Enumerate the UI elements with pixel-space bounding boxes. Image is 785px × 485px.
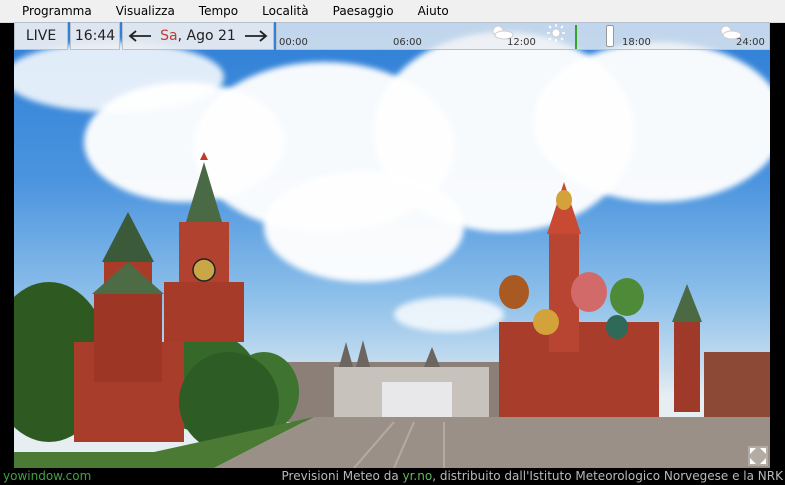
distant-spire <box>356 340 370 367</box>
white-stage <box>382 382 452 420</box>
live-button[interactable]: LIVE <box>14 22 68 50</box>
credit-text: Previsioni Meteo da yr.no, distribuito d… <box>282 468 783 485</box>
menu-visualizza[interactable]: Visualizza <box>104 0 187 22</box>
distant-building <box>704 352 770 422</box>
menu-tempo[interactable]: Tempo <box>187 0 250 22</box>
credit-link[interactable]: yr.no <box>403 469 433 483</box>
partly-cloudy-icon <box>720 25 742 40</box>
live-label: LIVE <box>25 28 57 44</box>
distant-tower <box>674 322 700 412</box>
menu-aiuto[interactable]: Aiuto <box>406 0 461 22</box>
timeline-handle[interactable] <box>606 25 614 47</box>
credit-post: , distribuito dall'Istituto Meteorologic… <box>432 469 783 483</box>
credit-pre: Previsioni Meteo da <box>281 469 403 483</box>
menu-localita[interactable]: Località <box>250 0 321 22</box>
brand-link[interactable]: yowindow.com <box>3 468 91 485</box>
tick-label: 18:00 <box>622 37 651 48</box>
spasskaya-base <box>164 282 244 342</box>
distant-tower-roof <box>672 284 702 322</box>
menu-bar: Programma Visualizza Tempo Località Paes… <box>0 0 785 23</box>
sun-icon <box>547 24 565 42</box>
footer: yowindow.com Previsioni Meteo da yr.no, … <box>0 468 785 485</box>
kremlin-landscape <box>14 152 770 468</box>
fullscreen-icon[interactable] <box>748 446 768 466</box>
clock-face <box>192 258 216 282</box>
partly-cloudy-icon <box>492 25 514 40</box>
tick-label: 00:00 <box>279 37 308 48</box>
time-bar: LIVE 16:44 Sa, Ago 21 00:00 06:00 12:00 … <box>14 22 770 50</box>
spasskaya-spire <box>186 162 222 222</box>
current-time-display: 16:44 <box>70 22 120 50</box>
arrow-left-icon[interactable] <box>127 30 153 42</box>
menu-paesaggio[interactable]: Paesaggio <box>321 0 406 22</box>
onion-dome <box>606 315 628 339</box>
now-marker <box>575 25 577 49</box>
current-time: 16:44 <box>74 28 116 44</box>
tower-roof <box>92 262 164 294</box>
weather-scene <box>14 22 770 468</box>
spasskaya-star <box>200 152 208 160</box>
menu-programma[interactable]: Programma <box>0 0 104 22</box>
kremlin-tower-base <box>94 292 162 382</box>
tick-label: 06:00 <box>393 37 422 48</box>
onion-dome <box>533 309 559 335</box>
tower-roof <box>102 212 154 262</box>
timeline-slider[interactable]: 00:00 06:00 12:00 18:00 24:00 <box>276 22 770 50</box>
distant-spire <box>339 342 353 367</box>
onion-dome <box>610 278 644 316</box>
onion-dome <box>499 275 529 309</box>
date-navigator: Sa, Ago 21 <box>122 22 274 50</box>
onion-dome <box>571 272 607 312</box>
onion-dome <box>556 190 572 210</box>
day-label: Sa <box>160 28 178 44</box>
date-text: , Ago 21 <box>177 28 236 44</box>
arrow-right-icon[interactable] <box>243 30 269 42</box>
date-label: Sa, Ago 21 <box>160 28 236 44</box>
distant-spire <box>424 347 440 367</box>
